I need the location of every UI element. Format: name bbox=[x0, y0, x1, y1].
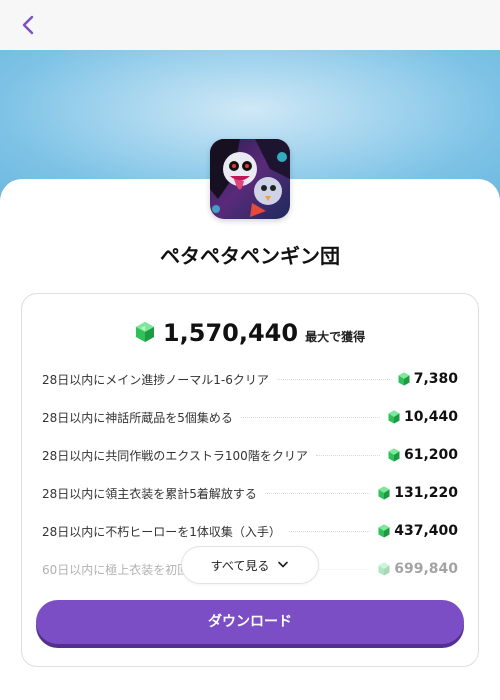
total-reward-value: 1,570,440 bbox=[162, 319, 299, 347]
green-gem-icon bbox=[388, 410, 400, 424]
task-label: 28日以内にメイン進捗ノーマル1-6クリア bbox=[42, 372, 269, 387]
task-label: 60日以内に極上衣装を初回 bbox=[42, 562, 190, 577]
task-label: 28日以内に領主衣装を累計5着解放する bbox=[42, 486, 257, 501]
dotted-leader bbox=[240, 416, 380, 418]
chevron-left-icon bbox=[22, 15, 34, 35]
back-button[interactable] bbox=[14, 12, 42, 38]
rewards-card: 1,570,440 最大で獲得 28日以内にメイン進捗ノーマル1-6クリア 7,… bbox=[21, 293, 479, 667]
task-reward: 699,840 bbox=[378, 561, 458, 577]
task-reward: 131,220 bbox=[378, 485, 458, 501]
dotted-leader bbox=[315, 454, 380, 456]
task-reward-value: 61,200 bbox=[403, 447, 458, 463]
task-label: 28日以内に神話所蔵品を5個集める bbox=[42, 410, 233, 425]
see-all-label: すべて見る bbox=[210, 558, 270, 573]
task-reward: 10,440 bbox=[388, 409, 458, 425]
task-row: 28日以内に共同作戦のエクストラ100階をクリア 61,200 bbox=[42, 436, 458, 474]
task-reward: 437,400 bbox=[378, 523, 458, 539]
chevron-down-icon bbox=[278, 561, 289, 568]
task-row: 28日以内に神話所蔵品を5個集める 10,440 bbox=[42, 398, 458, 436]
dotted-leader bbox=[276, 378, 390, 380]
task-row: 28日以内にメイン進捗ノーマル1-6クリア 7,380 bbox=[42, 360, 458, 398]
green-gem-icon bbox=[398, 372, 410, 386]
green-gem-icon bbox=[388, 448, 400, 462]
task-reward-value: 699,840 bbox=[394, 561, 458, 577]
task-row: 28日以内に領主衣装を累計5着解放する 131,220 bbox=[42, 474, 458, 512]
task-reward: 61,200 bbox=[388, 447, 458, 463]
task-row: 28日以内に不朽ヒーローを1体収集（入手） 437,400 bbox=[42, 512, 458, 550]
task-reward-value: 437,400 bbox=[394, 523, 458, 539]
dotted-leader bbox=[264, 492, 371, 494]
task-label: 28日以内に不朽ヒーローを1体収集（入手） bbox=[42, 524, 281, 539]
total-reward: 1,570,440 最大で獲得 bbox=[22, 318, 478, 348]
game-app-icon bbox=[210, 139, 290, 219]
task-label: 28日以内に共同作戦のエクストラ100階をクリア bbox=[42, 448, 308, 463]
game-title: ペタペタペンギン団 bbox=[160, 244, 340, 268]
task-reward-value: 10,440 bbox=[403, 409, 458, 425]
total-reward-suffix: 最大で獲得 bbox=[305, 330, 366, 344]
green-gem-icon bbox=[135, 322, 154, 342]
download-button[interactable]: ダウンロード bbox=[36, 600, 464, 644]
top-bar bbox=[0, 0, 500, 50]
task-reward-value: 131,220 bbox=[394, 485, 458, 501]
task-reward: 7,380 bbox=[398, 371, 458, 387]
see-all-button[interactable]: すべて見る bbox=[181, 546, 319, 584]
task-reward-value: 7,380 bbox=[413, 371, 458, 387]
dotted-leader bbox=[288, 530, 371, 532]
green-gem-icon bbox=[378, 562, 390, 576]
green-gem-icon bbox=[378, 524, 390, 538]
green-gem-icon bbox=[378, 486, 390, 500]
